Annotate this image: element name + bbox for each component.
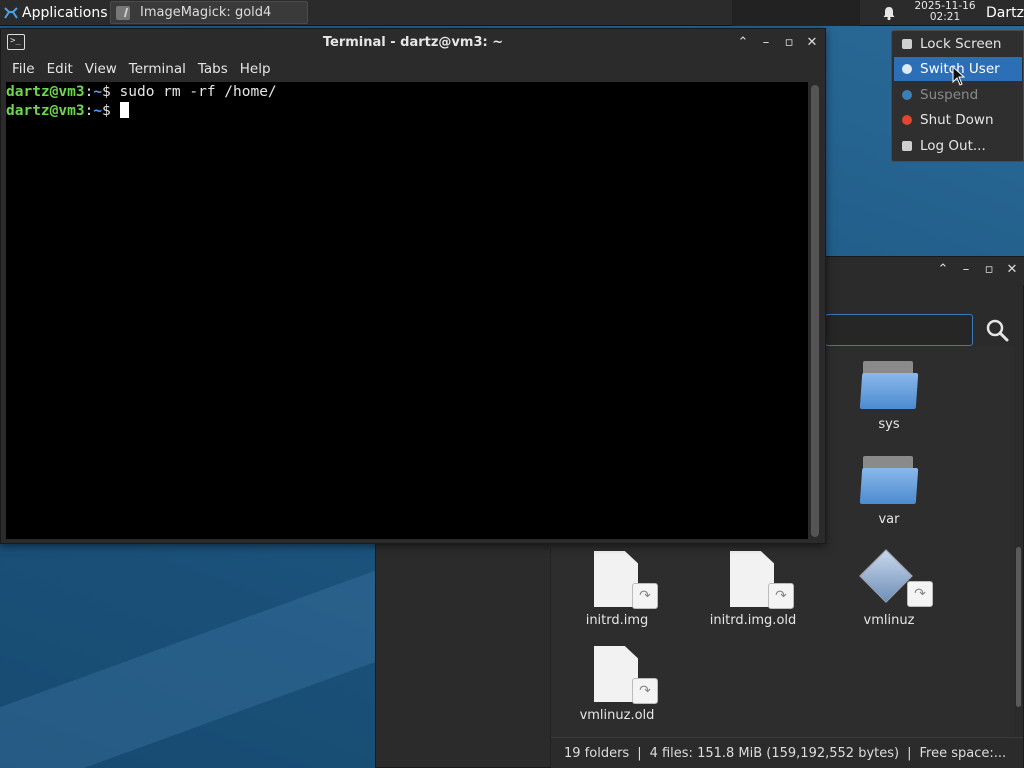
text-cursor: [119, 102, 129, 118]
file-manager-sidebar: [376, 549, 551, 767]
file-grid-scrollbar[interactable]: [1016, 547, 1021, 707]
menu-file[interactable]: File: [1, 61, 41, 77]
folder-icon: [859, 456, 919, 506]
prompt-path: ~: [93, 84, 103, 100]
file-item-vmlinuz-old[interactable]: ↷ vmlinuz.old: [569, 646, 665, 723]
minimize-button[interactable]: –: [959, 263, 973, 277]
maximize-button[interactable]: ▫: [782, 36, 796, 50]
panel-empty-area: [732, 0, 860, 26]
menu-item-suspend[interactable]: Suspend: [894, 83, 1022, 107]
prompt-symbol: $: [102, 103, 120, 119]
applications-menu-button[interactable]: Applications: [0, 0, 112, 26]
status-free-space: Free space:...: [919, 745, 1007, 761]
terminal-titlebar[interactable]: >_ Terminal - dartz@vm3: ~ ⌃ – ▫ ✕: [1, 29, 825, 57]
menu-item-label: Log Out...: [920, 138, 986, 154]
menu-item-log-out[interactable]: Log Out...: [894, 134, 1022, 158]
prompt-separator: :: [84, 103, 94, 119]
applications-label: Applications: [22, 5, 108, 21]
power-icon: [902, 115, 912, 125]
prompt-path: ~: [93, 103, 103, 119]
prompt-symbol: $: [102, 84, 120, 100]
taskbar-item-imagemagick[interactable]: ImageMagick: gold4: [110, 1, 308, 24]
terminal-screen[interactable]: dartz@vm3:~$ sudo rm -rf /home/ dartz@vm…: [6, 82, 808, 539]
file-label: vmlinuz: [863, 613, 915, 628]
menu-item-lock-screen[interactable]: Lock Screen: [894, 32, 1022, 56]
logout-icon: [902, 141, 912, 151]
terminal-line: dartz@vm3:~$ sudo rm -rf /home/: [6, 83, 808, 102]
file-item-vmlinuz[interactable]: ↷ vmlinuz: [841, 549, 937, 628]
status-bar: 19 folders | 4 files: 151.8 MiB (159,192…: [551, 737, 1023, 768]
kernel-symlink-icon: ↷: [859, 549, 933, 607]
file-label: vmlinuz.old: [579, 708, 655, 723]
shade-button[interactable]: ⌃: [936, 263, 950, 277]
menu-item-shut-down[interactable]: Shut Down: [894, 108, 1022, 132]
notification-bell-icon[interactable]: [881, 5, 897, 21]
prompt-user: dartz@vm3: [6, 84, 85, 100]
menu-item-label: Shut Down: [920, 112, 994, 128]
prompt-user: dartz@vm3: [6, 103, 85, 119]
clock[interactable]: 2025-11-16 02:21: [906, 1, 984, 23]
lock-icon: [902, 39, 912, 49]
terminal-line: dartz@vm3:~$: [6, 102, 808, 121]
file-label: var: [878, 512, 900, 527]
prompt-separator: :: [84, 84, 94, 100]
task-title: ImageMagick: gold4: [140, 5, 272, 20]
users-icon: [902, 64, 912, 74]
search-icon[interactable]: [984, 317, 1010, 343]
terminal-scrollbar[interactable]: [811, 85, 819, 537]
minimize-button[interactable]: –: [759, 36, 773, 50]
status-folders: 19 folders: [564, 745, 630, 761]
moon-icon: [902, 90, 912, 100]
close-button[interactable]: ✕: [805, 36, 819, 50]
menu-view[interactable]: View: [79, 61, 123, 77]
file-item-initrd-img[interactable]: ↷ initrd.img: [569, 551, 665, 628]
file-item-initrd-img-old[interactable]: ↷ initrd.img.old: [705, 551, 801, 628]
status-files: 4 files: 151.8 MiB (159,192,552 bytes): [649, 745, 900, 761]
mouse-pointer-icon: [952, 66, 966, 86]
symlink-file-icon: ↷: [594, 551, 658, 609]
shade-button[interactable]: ⌃: [736, 36, 750, 50]
close-button[interactable]: ✕: [1005, 263, 1019, 277]
menu-item-label: Lock Screen: [920, 36, 1002, 52]
file-item-sys[interactable]: sys: [841, 361, 937, 432]
top-panel: Applications ImageMagick: gold4 2025-11-…: [0, 0, 1024, 26]
file-label: initrd.img: [585, 613, 649, 628]
file-item-var[interactable]: var: [841, 456, 937, 527]
menu-item-label: Suspend: [920, 87, 979, 103]
file-label: sys: [878, 417, 900, 432]
command-text: sudo rm -rf /home/: [119, 84, 277, 100]
xfce-logo-icon: [4, 7, 18, 19]
menu-bar: File Edit View Terminal Tabs Help: [1, 57, 825, 81]
symlink-file-icon: ↷: [594, 646, 658, 704]
terminal-window: >_ Terminal - dartz@vm3: ~ ⌃ – ▫ ✕ File …: [0, 28, 826, 544]
window-title: Terminal - dartz@vm3: ~: [322, 35, 504, 50]
menu-help[interactable]: Help: [234, 61, 277, 77]
maximize-button[interactable]: ▫: [982, 263, 996, 277]
clock-time: 02:21: [929, 11, 961, 23]
menu-tabs[interactable]: Tabs: [192, 61, 234, 77]
session-menu: Lock Screen Switch User Suspend Shut Dow…: [891, 30, 1024, 162]
menu-terminal[interactable]: Terminal: [123, 61, 192, 77]
symlink-file-icon: ↷: [730, 551, 794, 609]
search-input[interactable]: [825, 314, 973, 346]
file-label: initrd.img.old: [709, 613, 797, 628]
folder-icon: [859, 361, 919, 411]
user-menu-button[interactable]: Dartz: [986, 0, 1024, 26]
menu-edit[interactable]: Edit: [41, 61, 79, 77]
imagemagick-icon: [116, 5, 130, 20]
